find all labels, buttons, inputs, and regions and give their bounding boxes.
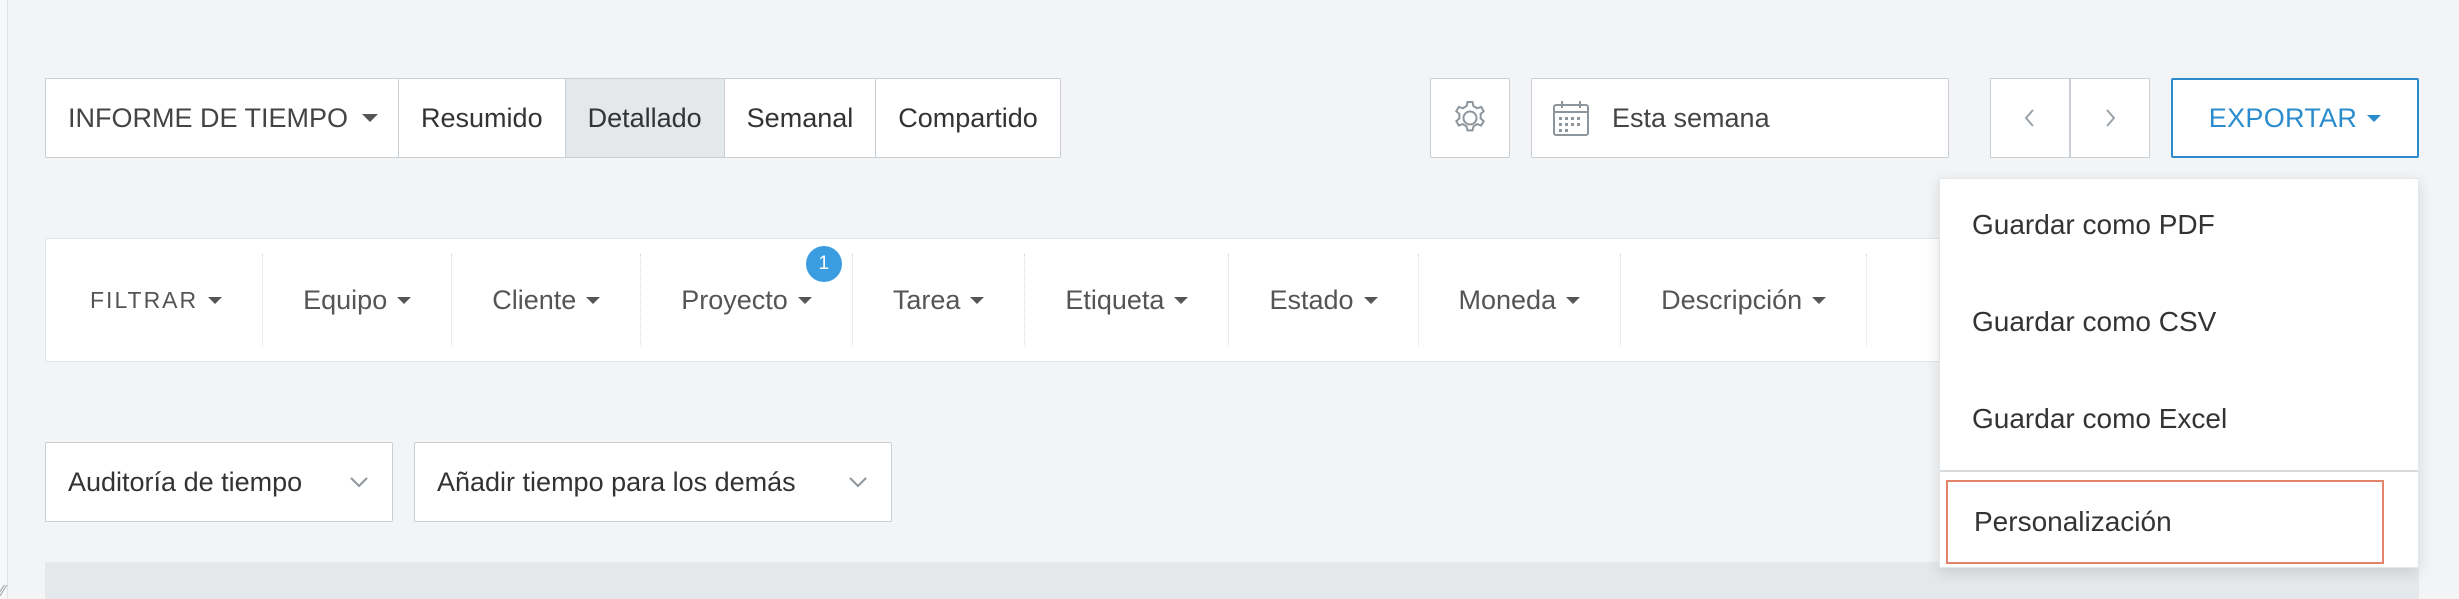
- filter-description-label: Descripción: [1661, 284, 1803, 315]
- add-time-for-others-select[interactable]: Añadir tiempo para los demás: [414, 442, 892, 522]
- gear-icon: [1455, 101, 1485, 132]
- filter-team-label: Equipo: [303, 284, 388, 315]
- menu-divider: [1940, 470, 2418, 472]
- filter-overflow: [1866, 254, 1887, 346]
- tab-summary[interactable]: Resumido: [398, 79, 565, 157]
- caret-down-icon: [1363, 296, 1378, 304]
- report-type-label: INFORME DE TIEMPO: [68, 102, 349, 133]
- export-customize-item[interactable]: Personalización: [1946, 480, 2384, 564]
- filter-description[interactable]: Descripción: [1620, 254, 1866, 346]
- export-button[interactable]: EXPORTAR: [2171, 78, 2419, 158]
- filter-currency-label: Moneda: [1458, 284, 1557, 315]
- filter-status-label: Estado: [1269, 284, 1354, 315]
- caret-down-icon: [970, 296, 985, 304]
- chevron-down-icon: [350, 477, 368, 488]
- caret-down-icon: [586, 296, 601, 304]
- filter-project[interactable]: Proyecto 1: [640, 246, 852, 346]
- sidebar-edge: [0, 0, 8, 599]
- caret-down-icon: [1812, 296, 1827, 304]
- filter-bar: FILTRAR Equipo Cliente Proyecto 1 Tarea …: [45, 238, 1995, 362]
- time-audit-label: Auditoría de tiempo: [68, 466, 303, 497]
- date-range-picker[interactable]: Esta semana: [1531, 78, 1949, 158]
- date-range-label: Esta semana: [1612, 102, 1770, 133]
- caret-down-icon: [362, 114, 379, 122]
- filter-label: FILTRAR: [90, 286, 199, 313]
- filter-status[interactable]: Estado: [1228, 254, 1417, 346]
- report-tabs: INFORME DE TIEMPO Resumido Detallado Sem…: [45, 78, 1061, 158]
- filter-menu[interactable]: FILTRAR: [46, 254, 262, 346]
- export-excel-item[interactable]: Guardar como Excel: [1940, 403, 2418, 435]
- settings-button[interactable]: [1430, 78, 1510, 158]
- date-range-field[interactable]: Esta semana: [1532, 79, 1948, 157]
- export-pdf-item[interactable]: Guardar como PDF: [1940, 209, 2418, 241]
- caret-down-icon: [1174, 296, 1189, 304]
- report-type-dropdown[interactable]: INFORME DE TIEMPO: [46, 79, 398, 157]
- chevron-right-icon: [2106, 109, 2116, 127]
- tab-weekly-label: Semanal: [746, 102, 854, 133]
- tab-summary-label: Resumido: [421, 102, 543, 133]
- tab-shared[interactable]: Compartido: [875, 79, 1060, 157]
- add-time-label: Añadir tiempo para los demás: [437, 466, 796, 497]
- filter-tag-label: Etiqueta: [1065, 284, 1165, 315]
- filter-count-badge: 1: [805, 246, 842, 282]
- export-menu: Guardar como PDF Guardar como CSV Guarda…: [1939, 178, 2419, 568]
- filter-team[interactable]: Equipo: [262, 254, 451, 346]
- filter-client[interactable]: Cliente: [451, 254, 640, 346]
- export-label: EXPORTAR: [2208, 102, 2358, 133]
- tab-weekly[interactable]: Semanal: [723, 79, 876, 157]
- chevron-left-icon: [2024, 109, 2034, 127]
- caret-down-icon: [1566, 296, 1581, 304]
- tab-detailed[interactable]: Detallado: [564, 79, 724, 157]
- filter-tag[interactable]: Etiqueta: [1024, 254, 1228, 346]
- caret-down-icon: [208, 296, 223, 304]
- export-csv-item[interactable]: Guardar como CSV: [1940, 306, 2418, 338]
- filter-currency[interactable]: Moneda: [1417, 254, 1621, 346]
- resize-handle-icon[interactable]: ⁄⁄: [0, 584, 22, 599]
- export-customize-label: Personalización: [1974, 506, 2172, 537]
- tab-detailed-label: Detallado: [587, 102, 702, 133]
- time-audit-select[interactable]: Auditoría de tiempo: [45, 442, 393, 522]
- calendar-icon: [1552, 99, 1590, 137]
- filter-project-label: Proyecto: [681, 284, 788, 315]
- filter-task[interactable]: Tarea: [851, 254, 1025, 346]
- filter-client-label: Cliente: [492, 284, 577, 315]
- caret-down-icon: [797, 296, 812, 304]
- caret-down-icon: [397, 296, 412, 304]
- previous-week-button[interactable]: [1990, 78, 2070, 158]
- next-week-button[interactable]: [2070, 78, 2150, 158]
- filter-task-label: Tarea: [892, 284, 961, 315]
- chevron-down-icon: [849, 477, 867, 488]
- caret-down-icon: [2367, 114, 2382, 122]
- tab-shared-label: Compartido: [898, 102, 1038, 133]
